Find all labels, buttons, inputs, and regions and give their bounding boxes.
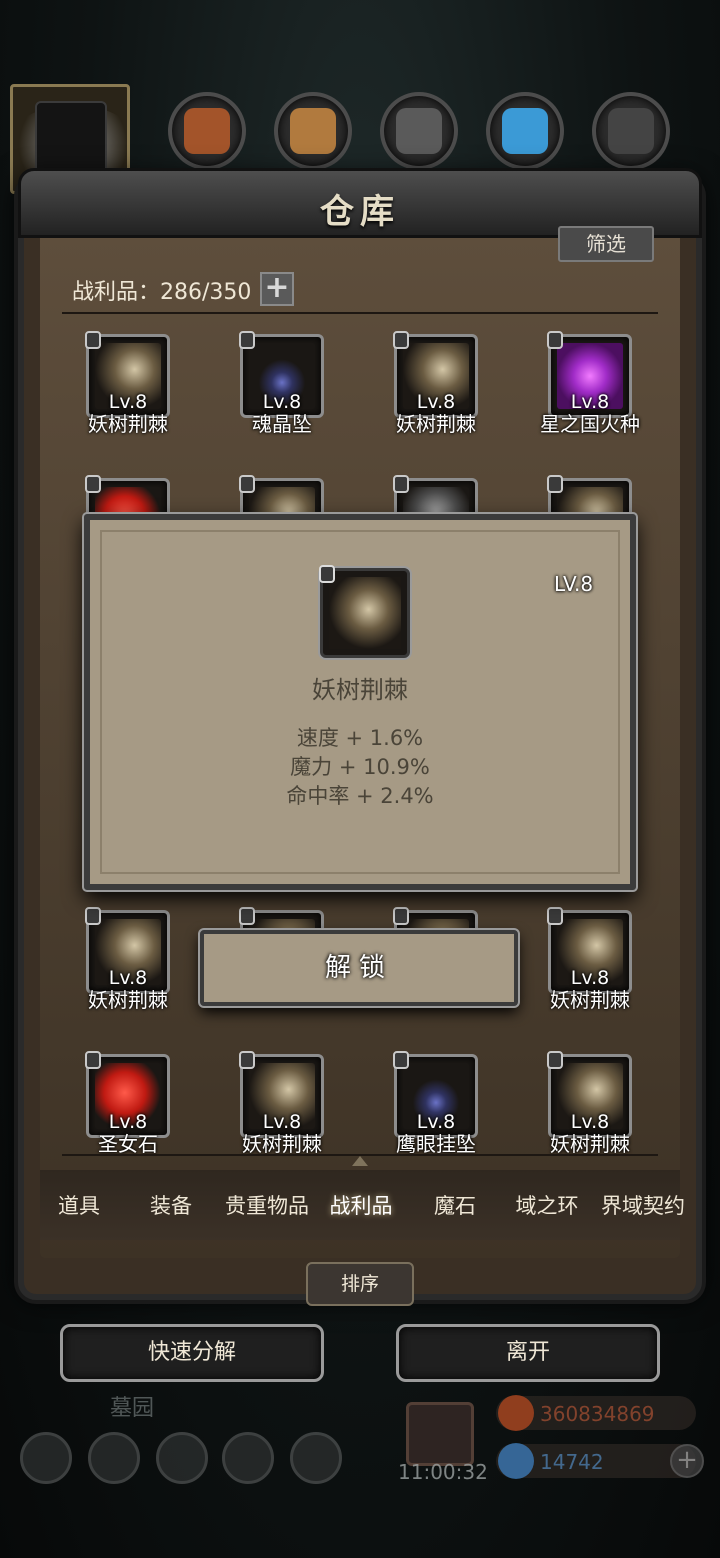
leave-button[interactable]: 离开 (396, 1324, 660, 1382)
item-name: 圣女石 (98, 1132, 158, 1156)
item-slot[interactable]: Lv.8 (239, 1051, 324, 1138)
item-slot[interactable]: Lv.8 (85, 1051, 170, 1138)
lock-icon (239, 907, 255, 925)
filter-button[interactable]: 筛选 (558, 226, 654, 262)
lock-icon (547, 331, 563, 349)
item-name: 妖树荆棘 (88, 988, 168, 1012)
lock-icon (547, 1051, 563, 1069)
zone-name: 墓园 (110, 1396, 155, 1421)
tab-5[interactable]: 域之环 (500, 1190, 594, 1220)
item-slot[interactable]: Lv.8 (85, 907, 170, 994)
item-name: 鹰眼挂坠 (396, 1132, 476, 1156)
lock-icon (85, 331, 101, 349)
tab-0[interactable]: 道具 (32, 1190, 126, 1220)
mail-icon[interactable] (222, 1432, 274, 1484)
crystal-icon (502, 108, 548, 154)
stone-icon (396, 108, 442, 154)
iron-icon (608, 108, 654, 154)
warehouse-title: 仓库 (320, 192, 400, 232)
item-slot[interactable]: Lv.8 (85, 331, 170, 418)
lock-icon (85, 475, 101, 493)
popup-stat-accuracy: 命中率 + 2.4% (286, 784, 434, 808)
item-detail-popup: LV.8 妖树荆棘 速度 + 1.6% 魔力 + 10.9% 命中率 + 2.4… (84, 514, 636, 890)
diamond-icon (498, 1443, 534, 1479)
item-name: 星之国火种 (540, 412, 640, 436)
meat-icon (184, 108, 230, 154)
diamond-amount: 14742 (540, 1450, 604, 1474)
crystal-resource (486, 92, 564, 170)
popup-stat-magic: 魔力 + 10.9% (290, 755, 430, 779)
lock-icon (85, 907, 101, 925)
item-slot[interactable]: Lv.8 (547, 907, 632, 994)
popup-item-slot (319, 565, 410, 658)
lock-icon (393, 907, 409, 925)
map-icon[interactable] (290, 1432, 342, 1484)
item-name: 妖树荆棘 (88, 412, 168, 436)
item-name: 妖树荆棘 (550, 1132, 630, 1156)
tab-4[interactable]: 魔石 (408, 1190, 502, 1220)
lock-icon (319, 565, 335, 583)
sort-button[interactable]: 排序 (306, 1262, 414, 1306)
item-name: 妖树荆棘 (242, 1132, 322, 1156)
item-slot[interactable]: Lv.8 (239, 331, 324, 418)
unlock-button[interactable]: 解锁 (200, 930, 518, 1006)
item-slot[interactable]: Lv.8 (393, 331, 478, 418)
wood-icon (290, 108, 336, 154)
add-diamond-button[interactable]: + (670, 1444, 704, 1478)
achievement-icon[interactable] (88, 1432, 140, 1484)
loot-capacity: 战利品：286/350 (72, 280, 252, 305)
guild-icon[interactable] (156, 1432, 208, 1484)
wood-resource (274, 92, 352, 170)
tab-1[interactable]: 装备 (124, 1190, 218, 1220)
popup-item-name: 妖树荆棘 (312, 676, 408, 704)
gift-box-icon[interactable] (406, 1402, 474, 1466)
iron-resource (592, 92, 670, 170)
tab-3[interactable]: 战利品 (314, 1190, 408, 1220)
active-tab-indicator (352, 1156, 368, 1166)
tab-2[interactable]: 贵重物品 (220, 1190, 314, 1220)
item-slot[interactable]: Lv.8 (393, 1051, 478, 1138)
expand-capacity-button[interactable]: + (260, 272, 294, 306)
lock-icon (85, 1051, 101, 1069)
gold-amount: 360834869 (540, 1402, 655, 1426)
top-divider (62, 312, 658, 314)
gold-coin-icon (498, 1395, 534, 1431)
stone-resource (380, 92, 458, 170)
item-name: 妖树荆棘 (550, 988, 630, 1012)
lock-icon (547, 475, 563, 493)
popup-stat-speed: 速度 + 1.6% (296, 726, 424, 750)
lock-icon (239, 331, 255, 349)
thorn-branch-icon (329, 577, 401, 649)
lock-icon (239, 1051, 255, 1069)
item-slot[interactable]: Lv.8 (547, 331, 632, 418)
item-name: 魂晶坠 (252, 412, 312, 436)
quick-decompose-button[interactable]: 快速分解 (60, 1324, 324, 1382)
lock-icon (393, 331, 409, 349)
gift-timer: 11:00:32 (398, 1460, 488, 1484)
lock-icon (239, 475, 255, 493)
lock-icon (393, 475, 409, 493)
tab-6[interactable]: 界域契约 (596, 1190, 690, 1220)
settings-icon[interactable] (20, 1432, 72, 1484)
lock-icon (547, 907, 563, 925)
popup-item-level: LV.8 (554, 572, 594, 596)
item-name: 妖树荆棘 (396, 412, 476, 436)
meat-resource (168, 92, 246, 170)
lock-icon (393, 1051, 409, 1069)
item-slot[interactable]: Lv.8 (547, 1051, 632, 1138)
